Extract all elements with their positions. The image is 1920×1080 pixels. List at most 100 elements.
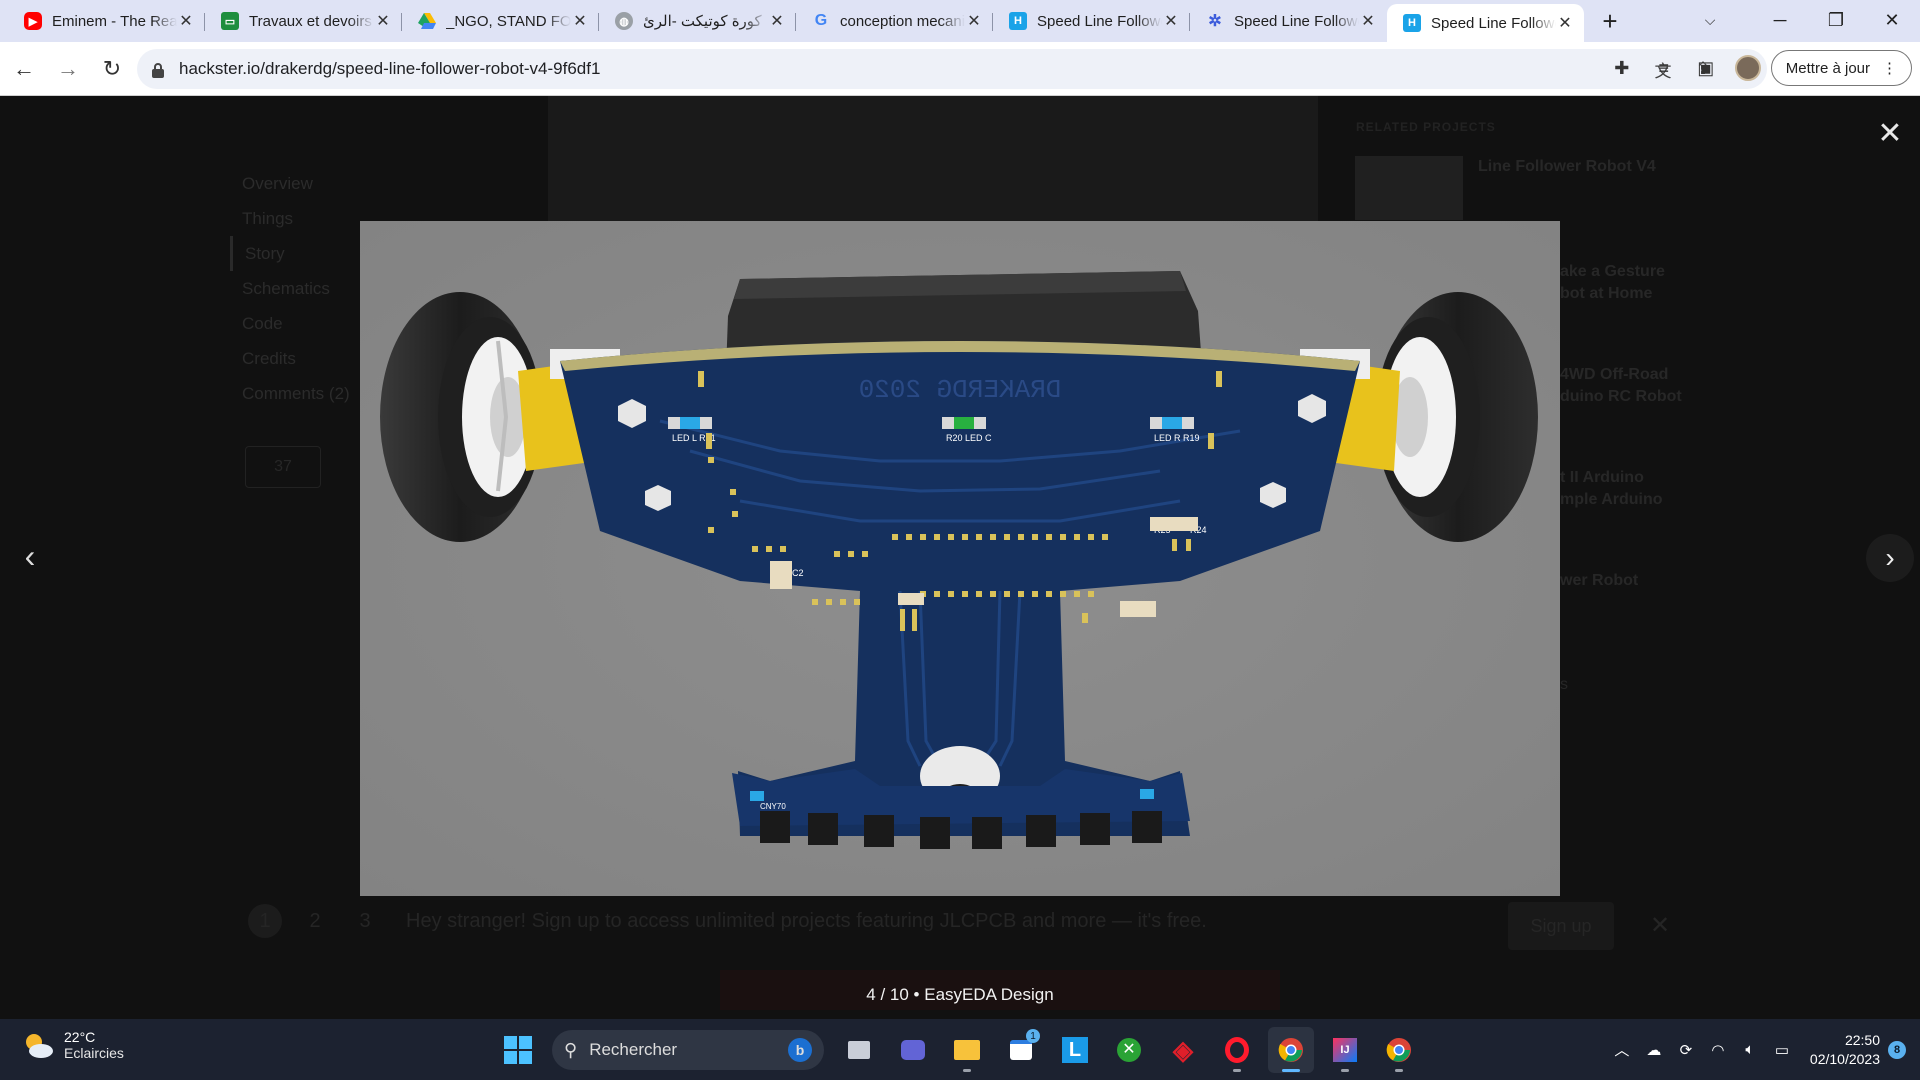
next-image-icon[interactable]: ›	[1866, 534, 1914, 582]
browser-tab[interactable]: H Speed Line Follower ✕	[993, 4, 1190, 38]
profile-avatar[interactable]	[1734, 55, 1761, 81]
tab-title: Eminem - The Real Slim Shady	[52, 12, 177, 30]
browser-tab[interactable]: G conception mecanique ✕	[796, 4, 993, 38]
nav-item-current[interactable]: Story	[230, 236, 350, 271]
lightbox-close-icon[interactable]: ✕	[1872, 115, 1908, 151]
browser-tab[interactable]: ✲ Speed Line Follower ✕	[1190, 4, 1387, 38]
related-title[interactable]: t II Arduino	[1560, 469, 1644, 487]
related-title[interactable]: ake a Gesture	[1560, 263, 1665, 281]
wifi-icon[interactable]: ◠	[1702, 1041, 1734, 1059]
lenovo-l-icon[interactable]: L	[1052, 1027, 1098, 1073]
browser-toolbar: ← → ↻ hackster.io/drakerdg/speed-line-fo…	[0, 42, 1920, 96]
related-title[interactable]: duino RC Robot	[1560, 388, 1682, 406]
tab-title: conception mecanique	[840, 12, 965, 30]
related-title[interactable]: mple Arduino	[1560, 491, 1663, 509]
task-view-icon[interactable]	[836, 1027, 882, 1073]
back-icon[interactable]: ←	[4, 49, 44, 89]
related-title[interactable]: 4WD Off-Road	[1560, 366, 1668, 384]
related-title[interactable]: s	[1560, 676, 1568, 694]
tab-title: Speed Line Follower	[1234, 12, 1359, 30]
related-thumb	[1355, 156, 1463, 220]
new-tab-button[interactable]: +	[1592, 4, 1628, 38]
tab-title: كورة كوتيكت -الرئ	[643, 13, 762, 30]
related-heading: RELATED PROJECTS	[1356, 120, 1496, 134]
pcb-capacitor	[770, 561, 792, 589]
pcb-silk-text: DRAKERDG 2020	[859, 375, 1062, 405]
menu-dots-icon: ⋮	[1882, 60, 1897, 77]
nav-item[interactable]: Credits	[230, 341, 350, 376]
volume-icon[interactable]: 🔈︎	[1734, 1041, 1766, 1058]
browser-tab[interactable]: ▭ Travaux et devoirs ✕	[205, 4, 402, 38]
like-count: 37	[274, 458, 292, 475]
nav-item[interactable]: Comments (2)	[230, 376, 350, 411]
extensions-icon[interactable]: ✚	[1603, 49, 1641, 87]
pcb-label: C2	[792, 568, 804, 578]
tab-title: Speed Line Follower	[1431, 14, 1556, 32]
forward-icon[interactable]: →	[48, 49, 88, 89]
file-explorer-icon[interactable]	[944, 1027, 990, 1073]
windows-taskbar: 22°C Eclaircies ⚲ Rechercher b 1 L ✕ ◈ I…	[0, 1019, 1920, 1080]
show-hidden-icons-chevron-icon[interactable]: ︿	[1606, 1039, 1638, 1060]
close-tab-icon[interactable]: ✕	[374, 12, 392, 30]
nav-item[interactable]: Schematics	[230, 271, 350, 306]
tab-strip: ▶ Eminem - The Real Slim Shady ✕ ▭ Trava…	[0, 0, 1920, 42]
xbox-icon[interactable]: ✕	[1106, 1027, 1152, 1073]
related-title[interactable]: wer Robot	[1560, 572, 1638, 590]
nav-item[interactable]: Things	[230, 201, 350, 236]
partly-sunny-icon	[22, 1031, 54, 1059]
microsoft-store-icon[interactable]: 1	[998, 1027, 1044, 1073]
pcb-render-svg: DRAKERDG 2020 LED L R21 R20 LED C LED R …	[360, 221, 1560, 896]
opera-icon[interactable]	[1214, 1027, 1260, 1073]
tab-search-chevron-icon[interactable]: ⌵	[1690, 6, 1730, 34]
nav-item[interactable]: Code	[230, 306, 350, 341]
clock-time: 22:50	[1844, 1031, 1880, 1048]
hackster-icon: H	[1403, 14, 1421, 32]
sync-icon[interactable]: ⟳	[1670, 1041, 1702, 1059]
taskbar-search[interactable]: ⚲ Rechercher b	[552, 1030, 824, 1070]
close-tab-icon[interactable]: ✕	[965, 12, 983, 30]
weather-widget[interactable]: 22°C Eclaircies	[22, 1029, 124, 1061]
windows-start-icon[interactable]	[496, 1028, 540, 1072]
intellij-icon[interactable]: IJ	[1322, 1027, 1368, 1073]
battery-icon[interactable]: ▭	[1766, 1041, 1798, 1059]
close-tab-icon[interactable]: ✕	[571, 12, 589, 30]
chrome-profile-icon[interactable]	[1376, 1027, 1422, 1073]
related-title[interactable]: Line Follower Robot V4	[1478, 158, 1656, 176]
browser-tab[interactable]: _NGO, STAND FOR ✕	[402, 4, 599, 38]
close-tab-icon[interactable]: ✕	[1162, 12, 1180, 30]
story-nav: Overview Things Story Schematics Code Cr…	[230, 166, 350, 411]
browser-tab[interactable]: ▶ Eminem - The Real Slim Shady ✕	[8, 4, 205, 38]
restore-icon[interactable]: ❐	[1808, 0, 1864, 40]
side-panel-icon[interactable]: ▣	[1687, 49, 1725, 87]
banner-close-icon[interactable]: ✕	[1650, 911, 1670, 940]
clock[interactable]: 22:50 02/10/2023	[1810, 1031, 1880, 1069]
teams-meet-icon[interactable]	[890, 1027, 936, 1073]
previous-image-icon[interactable]: ‹	[12, 538, 48, 574]
close-tab-icon[interactable]: ✕	[177, 12, 195, 30]
address-bar[interactable]: hackster.io/drakerdg/speed-line-follower…	[137, 49, 1767, 89]
browser-tab[interactable]: ◍ كورة كوتيكت -الرئ ✕	[599, 4, 796, 38]
mcafee-icon[interactable]: ◈	[1160, 1027, 1206, 1073]
close-tab-icon[interactable]: ✕	[768, 12, 786, 30]
onedrive-error-icon[interactable]: ☁	[1638, 1041, 1670, 1059]
close-window-icon[interactable]: ✕	[1864, 0, 1920, 40]
tab-title: _NGO, STAND FOR	[446, 12, 571, 30]
reload-icon[interactable]: ↻	[92, 49, 132, 89]
signup-banner: 1 2 3 Hey stranger! Sign up to access un…	[248, 896, 1668, 946]
browser-tab-active[interactable]: H Speed Line Follower ✕	[1387, 4, 1584, 42]
close-tab-icon[interactable]: ✕	[1359, 12, 1377, 30]
close-tab-icon[interactable]: ✕	[1556, 14, 1574, 32]
clock-date: 02/10/2023	[1809, 1050, 1880, 1067]
update-button[interactable]: Mettre à jour ⋮	[1770, 50, 1912, 86]
reading-list-icon[interactable]: ≡	[1645, 49, 1683, 87]
respect-button[interactable]: 37	[245, 446, 321, 488]
minimize-icon[interactable]: ─	[1752, 0, 1808, 40]
signup-button[interactable]: Sign up	[1508, 902, 1614, 950]
youtube-icon: ▶	[24, 12, 42, 30]
nav-item[interactable]: Overview	[230, 166, 350, 201]
chrome-icon[interactable]	[1268, 1027, 1314, 1073]
pcb-label: CNY70	[760, 802, 786, 811]
system-tray: ︿ ☁ ⟳ ◠ 🔈︎ ▭ 22:50 02/10/2023 8	[1606, 1019, 1920, 1080]
related-title[interactable]: bot at Home	[1560, 285, 1652, 303]
notification-badge[interactable]: 8	[1888, 1040, 1906, 1059]
